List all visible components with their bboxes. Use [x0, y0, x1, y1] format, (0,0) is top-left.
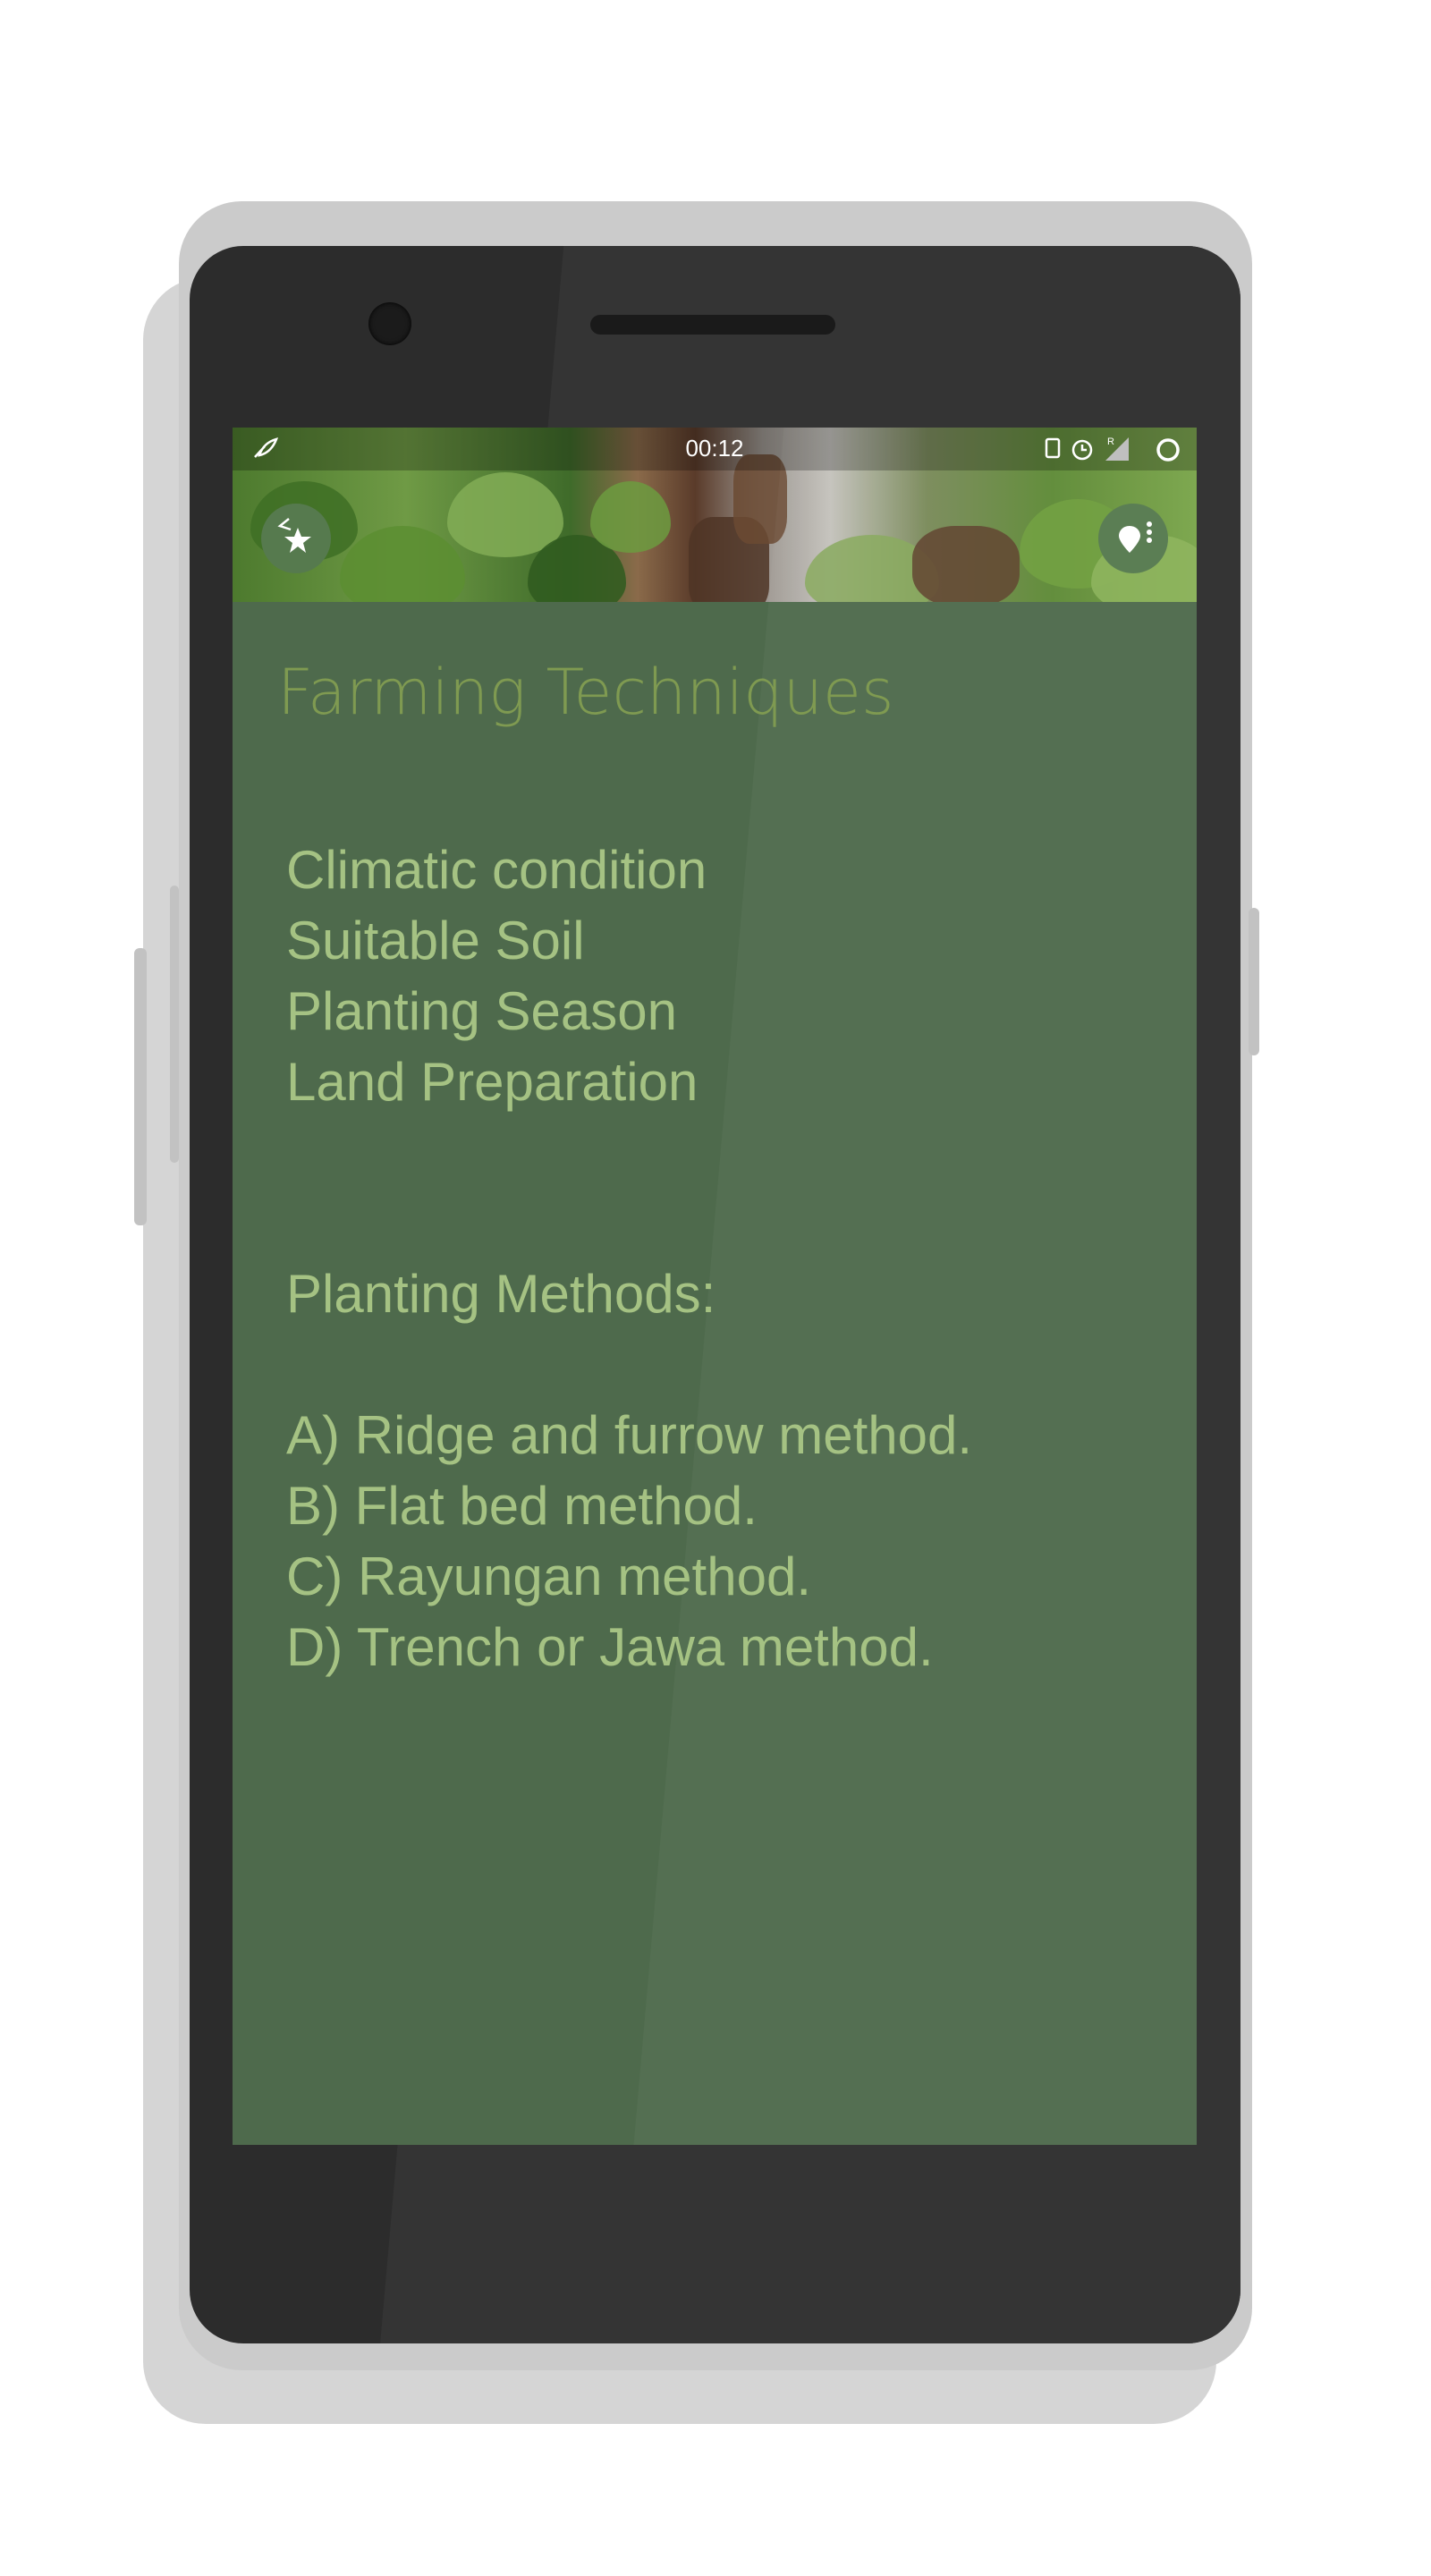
method-item-trench-jawa[interactable]: D) Trench or Jawa method.: [286, 1612, 1163, 1682]
topic-item-land-preparation[interactable]: Land Preparation: [286, 1046, 1163, 1117]
topic-item-climatic-condition[interactable]: Climatic condition: [286, 835, 1163, 905]
planting-methods-heading: Planting Methods:: [286, 1264, 716, 1324]
favorite-button[interactable]: [261, 504, 331, 573]
app-screen: 00:12 R Farming Techniques Climatic cond…: [233, 428, 1197, 2145]
method-item-ridge-furrow[interactable]: A) Ridge and furrow method.: [286, 1400, 1163, 1470]
side-button-inner: [170, 886, 179, 1163]
topic-item-planting-season[interactable]: Planting Season: [286, 976, 1163, 1046]
method-item-rayungan[interactable]: C) Rayungan method.: [286, 1541, 1163, 1612]
star-share-icon: [273, 515, 319, 562]
page-title: Farming Techniques: [277, 656, 894, 729]
front-camera: [368, 302, 411, 345]
mockup-stage: 00:12 R Farming Techniques Climatic cond…: [0, 0, 1431, 2576]
power-button: [1249, 908, 1259, 1055]
earpiece-speaker: [590, 315, 835, 335]
topic-item-suitable-soil[interactable]: Suitable Soil: [286, 905, 1163, 976]
volume-button: [134, 948, 147, 1225]
method-item-flat-bed[interactable]: B) Flat bed method.: [286, 1470, 1163, 1541]
content-list: Climatic condition Suitable Soil Plantin…: [286, 835, 1163, 1682]
